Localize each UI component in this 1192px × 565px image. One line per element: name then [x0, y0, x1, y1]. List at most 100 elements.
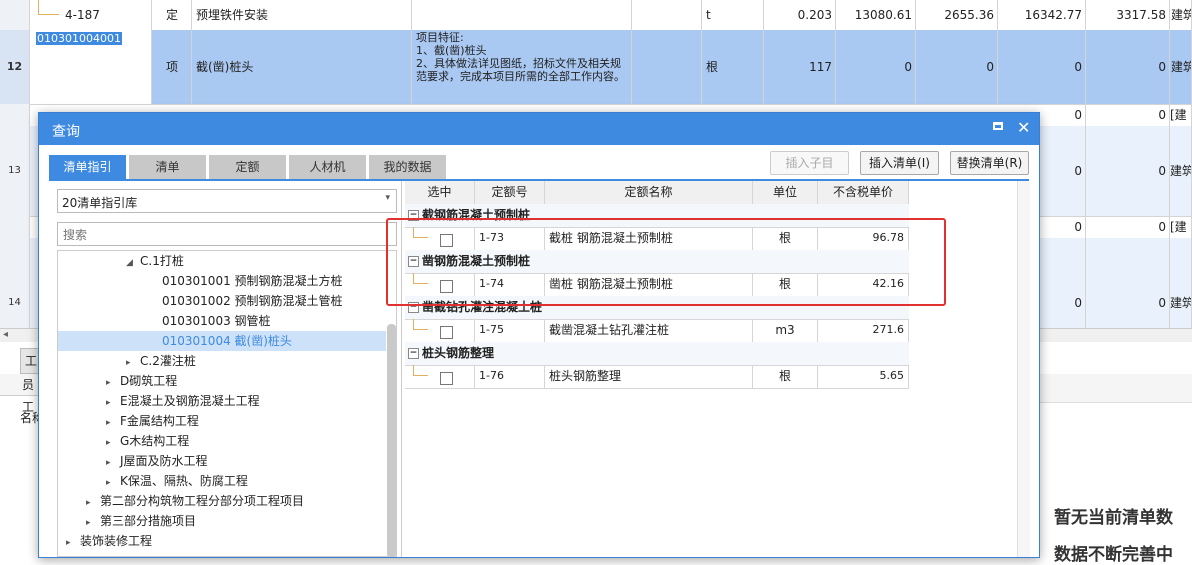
tree-item-e[interactable]: ▸ E混凝土及钢筋混凝土工程 — [106, 391, 260, 411]
tab-my-data[interactable]: 我的数据 — [369, 155, 446, 179]
dialog-titlebar[interactable]: 查询 ✕ — [39, 113, 1039, 145]
quota-code: 1-75 — [475, 319, 545, 342]
row-number: 12 — [0, 30, 30, 104]
quota-price: 271.6 — [818, 319, 909, 342]
tree-item-010301003[interactable]: 010301003 钢管桩 — [162, 311, 271, 331]
group-title: 桩头钢筋整理 — [422, 346, 495, 360]
quota-row[interactable]: 1-76 桩头钢筋整理 根 5.65 — [405, 365, 909, 389]
select-checkbox[interactable] — [440, 372, 453, 385]
quota-row[interactable]: 1-75 截凿混凝土钻孔灌注桩 m3 271.6 — [405, 319, 909, 343]
collapsed-icon[interactable]: ▸ — [106, 473, 120, 493]
tree-item-010301004-selected[interactable]: 010301004 截(凿)桩头 — [58, 331, 386, 351]
tree-item-c1[interactable]: ◢ C.1打桩 — [126, 251, 184, 271]
scroll-left-icon[interactable]: ◂ — [3, 329, 8, 340]
price-cell: 2655.36 — [916, 0, 998, 30]
price-cell: 0 — [916, 30, 998, 104]
collapsed-icon[interactable]: ▸ — [86, 493, 100, 513]
tree-item-label: J屋面及防水工程 — [120, 454, 208, 468]
code-cell[interactable]: 010301004001 — [30, 30, 152, 104]
quota-unit: m3 — [753, 319, 818, 342]
spec-cell: 建筑 — [1170, 30, 1192, 104]
collapsed-icon[interactable]: ▸ — [106, 373, 120, 393]
select-checkbox[interactable] — [440, 326, 453, 339]
code-text: 010301004001 — [36, 32, 122, 45]
tab-quota[interactable]: 定额 — [209, 155, 286, 179]
name-cell: 截(凿)桩头 — [192, 30, 412, 104]
library-select[interactable]: 20清单指引库 ▾ — [57, 189, 397, 213]
tree-item-label: K保温、隔热、防腐工程 — [120, 474, 248, 488]
tree-item-label: G木结构工程 — [120, 434, 190, 448]
staff-label: 员工 — [0, 374, 40, 414]
tree-item-010301001[interactable]: 010301001 预制钢筋混凝土方桩 — [162, 271, 343, 291]
maximize-icon[interactable] — [993, 122, 1003, 130]
collapse-icon[interactable]: − — [408, 348, 419, 359]
library-select-value: 20清单指引库 — [62, 196, 138, 210]
collapsed-icon[interactable]: ▸ — [106, 393, 120, 413]
row-number — [0, 104, 30, 126]
price-cell: 0 — [998, 30, 1086, 104]
tree-item-label: 010301002 预制钢筋混凝土管桩 — [162, 294, 343, 308]
quota-name: 截凿混凝土钻孔灌注桩 — [545, 319, 753, 342]
chevron-down-icon[interactable]: ▾ — [385, 193, 390, 203]
search-box[interactable] — [57, 222, 397, 246]
close-icon[interactable]: ✕ — [1017, 118, 1030, 137]
collapsed-icon[interactable]: ▸ — [106, 413, 120, 433]
header-unit: 单位 — [753, 181, 818, 204]
tab-list[interactable]: 清单 — [129, 155, 206, 179]
feature-cell: 项目特征: 1、截(凿)桩头 2、具体做法详见图纸，招标文件及相关规范要求，完成… — [412, 30, 632, 104]
tree-item-part3[interactable]: ▸ 第三部分措施项目 — [86, 511, 196, 531]
header-code: 定额号 — [475, 181, 545, 204]
tree-item-label: 010301003 钢管桩 — [162, 314, 271, 328]
quota-code: 1-76 — [475, 365, 545, 388]
price-cell: 0 — [1086, 216, 1170, 238]
tree-item-j[interactable]: ▸ J屋面及防水工程 — [106, 451, 208, 471]
dialog-title: 查询 — [52, 124, 80, 140]
collapsed-icon[interactable]: ▸ — [66, 533, 80, 553]
type-cell: 定 — [152, 0, 192, 30]
qty-cell: 0.203 — [764, 0, 836, 30]
header-select: 选中 — [405, 181, 475, 204]
tree-scrollbar[interactable] — [387, 324, 396, 557]
tree-item-part2[interactable]: ▸ 第二部分构筑物工程分部分项工程项目 — [86, 491, 304, 511]
spec-cell: 建筑 — [1170, 238, 1192, 328]
tree-item-010301002[interactable]: 010301002 预制钢筋混凝土管桩 — [162, 291, 343, 311]
tree-item-label: E混凝土及钢筋混凝土工程 — [120, 394, 260, 408]
spec-cell — [632, 30, 702, 104]
table-row[interactable]: 4-187 定 预埋铁件安装 t 0.203 13080.61 2655.36 … — [0, 0, 1192, 31]
group-row[interactable]: − 桩头钢筋整理 — [405, 342, 909, 366]
tree-item-f[interactable]: ▸ F金属结构工程 — [106, 411, 199, 431]
tree-item-k[interactable]: ▸ K保温、隔热、防腐工程 — [106, 471, 248, 491]
tab-guide[interactable]: 清单指引 — [49, 155, 126, 179]
tab-materials[interactable]: 人材机 — [289, 155, 366, 179]
grid-scrollbar[interactable] — [1017, 181, 1030, 557]
spec-cell: 建筑 — [1170, 126, 1192, 216]
collapsed-icon[interactable]: ▸ — [106, 453, 120, 473]
tree-item-decoration[interactable]: ▸ 装饰装修工程 — [66, 531, 152, 551]
tree-item-label: 010301001 预制钢筋混凝土方桩 — [162, 274, 343, 288]
tree-item-d[interactable]: ▸ D砌筑工程 — [106, 371, 177, 391]
empty-message-2: 数据不断完善中 — [1054, 545, 1173, 565]
table-row-selected[interactable]: 12 010301004001 项 截(凿)桩头 项目特征: 1、截(凿)桩头 … — [0, 30, 1192, 105]
expanded-icon[interactable]: ◢ — [126, 253, 140, 273]
quota-unit: 根 — [753, 365, 818, 388]
qty-cell: 117 — [764, 30, 836, 104]
search-input[interactable] — [61, 224, 385, 246]
code-cell[interactable]: 4-187 — [30, 0, 152, 30]
replace-list-button[interactable]: 替换清单(R) — [950, 151, 1029, 175]
price-cell: 0 — [1086, 238, 1170, 328]
side-header — [1038, 374, 1192, 403]
tree-item-g[interactable]: ▸ G木结构工程 — [106, 431, 189, 451]
collapsed-icon[interactable]: ▸ — [106, 433, 120, 453]
insert-child-button[interactable]: 插入子目 — [770, 151, 849, 175]
row-number: 14 — [0, 238, 30, 328]
spec-cell — [632, 0, 702, 30]
empty-message: 暂无当前清单数 — [1054, 508, 1173, 528]
tree-item-label: 装饰装修工程 — [80, 534, 153, 548]
collapsed-icon[interactable]: ▸ — [126, 353, 140, 373]
quota-price: 5.65 — [818, 365, 909, 388]
collapsed-icon[interactable]: ▸ — [86, 513, 100, 533]
code-text: 4-187 — [65, 8, 100, 22]
row-number — [0, 216, 30, 238]
tree-item-c2[interactable]: ▸ C.2灌注桩 — [126, 351, 196, 371]
insert-list-button[interactable]: 插入清单(I) — [860, 151, 939, 175]
